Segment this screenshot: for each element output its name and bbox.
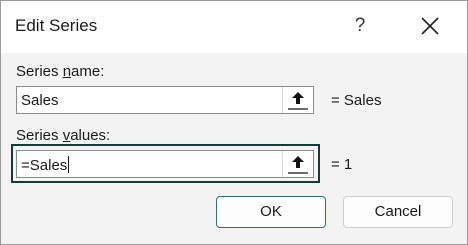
series-values-field[interactable]: =Sales [16, 150, 314, 178]
cancel-button[interactable]: Cancel [343, 196, 453, 228]
collapse-dialog-icon [292, 92, 304, 104]
series-values-collapse-button[interactable] [282, 151, 313, 177]
underline-bar [288, 172, 308, 174]
collapse-dialog-icon [292, 156, 304, 168]
series-name-result: = Sales [331, 92, 382, 109]
edit-series-dialog: Edit Series ? Series name: Sales = Sales… [0, 0, 468, 245]
close-button[interactable] [413, 9, 447, 43]
close-icon [421, 17, 439, 35]
underline-bar [288, 108, 308, 110]
dialog-title: Edit Series [15, 16, 98, 35]
title-bar: Edit Series ? [1, 1, 467, 53]
ok-button[interactable]: OK [216, 196, 326, 228]
series-values-label: Series values: [16, 127, 111, 144]
series-name-field[interactable]: Sales [16, 86, 314, 114]
series-values-value: =Sales [21, 156, 70, 174]
series-name-label: Series name: [16, 63, 105, 80]
series-name-collapse-button[interactable] [282, 87, 313, 113]
series-values-result: = 1 [331, 156, 353, 173]
help-button[interactable]: ? [345, 11, 375, 41]
text-caret [68, 156, 70, 173]
help-icon: ? [354, 15, 366, 36]
series-name-value: Sales [21, 92, 59, 109]
